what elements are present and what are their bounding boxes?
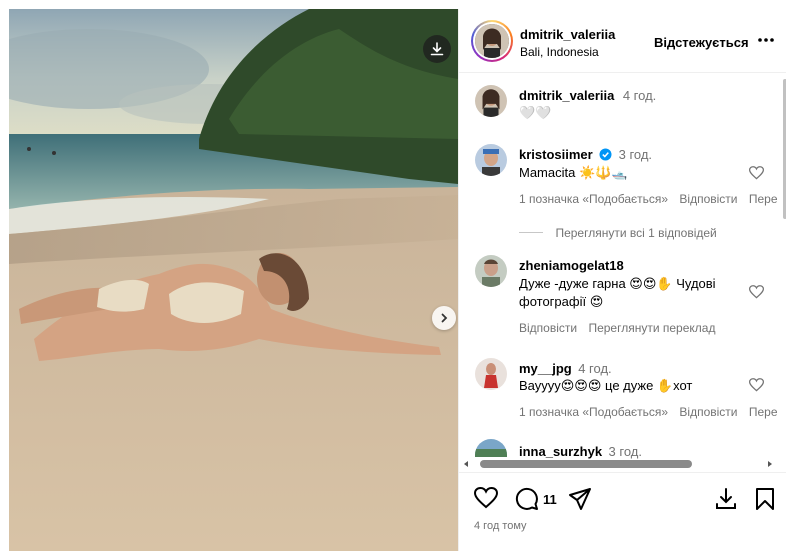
comment-more-link[interactable]: Пере	[749, 192, 778, 206]
scroll-left-arrow-icon[interactable]	[462, 460, 470, 468]
comment-text: Mamacita ☀️🔱🛥️	[519, 165, 628, 180]
comment-actions: 1 позначка «Подобається» Відповісти Пере	[519, 405, 778, 419]
heart-icon	[474, 487, 498, 509]
caption-avatar-image	[475, 85, 507, 117]
verified-badge-icon	[599, 148, 612, 161]
comment-username[interactable]: kristosiimer	[519, 147, 593, 162]
post-photo[interactable]	[9, 9, 458, 551]
beach-photo-image	[9, 9, 458, 551]
comment-actions: Відповісти Переглянути переклад	[519, 321, 715, 335]
comment-like-button[interactable]	[748, 166, 765, 185]
comment-time[interactable]: 4 год.	[578, 361, 611, 376]
caption-header: dmitrik_valeriia 4 год.	[519, 87, 656, 105]
comment-likes-count[interactable]: 1 позначка «Подобається»	[519, 405, 668, 419]
author-avatar[interactable]	[471, 20, 513, 62]
comment-avatar[interactable]	[475, 255, 507, 287]
chevron-right-icon	[441, 313, 448, 323]
download-icon	[430, 42, 444, 56]
posted-time[interactable]: 4 год тому	[474, 520, 527, 532]
author-avatar-image	[475, 24, 509, 58]
comment-like-button[interactable]	[748, 378, 765, 397]
comment-username[interactable]: my__jpg	[519, 361, 572, 376]
comment-text: Вауууу😍😍😍 це дуже ✋хот	[519, 378, 693, 393]
comment-avatar[interactable]	[475, 144, 507, 176]
download-tray-icon	[716, 488, 736, 509]
comment-like-button[interactable]	[748, 285, 765, 304]
post-actions-bar: 11 4 год тому	[458, 472, 786, 551]
post-location[interactable]: Bali, Indonesia	[520, 45, 599, 59]
comment-text-line-2: фотографії 😍	[519, 294, 604, 309]
comment-header: kristosiimer 3 год.	[519, 146, 652, 164]
view-replies-row[interactable]: Переглянути всі 1 відповідей	[519, 224, 717, 242]
next-photo-button[interactable]	[432, 306, 456, 330]
like-button[interactable]	[474, 487, 498, 509]
comment-count: 11	[543, 492, 557, 507]
replies-divider	[519, 232, 543, 234]
more-options-button[interactable]	[757, 33, 775, 52]
comment-avatar-image	[475, 255, 507, 287]
comment-header: zheniamogelat18	[519, 257, 624, 275]
comment-reply-button[interactable]: Відповісти	[679, 192, 737, 206]
comment-likes-count[interactable]: 1 позначка «Подобається»	[519, 192, 668, 206]
comment-avatar-image	[475, 358, 507, 390]
horizontal-scrollbar[interactable]	[462, 457, 778, 471]
comment-reply-button[interactable]: Відповісти	[679, 405, 737, 419]
comment-time[interactable]: 3 год.	[619, 147, 652, 162]
author-username[interactable]: dmitrik_valeriia	[520, 27, 615, 42]
caption-text: 🤍🤍	[519, 105, 552, 120]
send-icon	[569, 488, 591, 510]
comment-header: my__jpg 4 год.	[519, 360, 612, 378]
view-replies-link[interactable]: Переглянути всі 1 відповідей	[555, 226, 716, 240]
comment-reply-button[interactable]: Відповісти	[519, 321, 577, 335]
comment-button[interactable]	[515, 487, 539, 511]
download-post-button[interactable]	[714, 487, 738, 511]
comment-text-line-1: Дуже -дуже гарна 😍😍✋ Чудові	[519, 276, 716, 291]
caption-time[interactable]: 4 год.	[623, 88, 656, 103]
comment-avatar-image	[475, 144, 507, 176]
comment-bubble-icon	[515, 487, 538, 510]
comment-username[interactable]: zheniamogelat18	[519, 258, 624, 273]
comment-avatar[interactable]	[475, 439, 507, 457]
comment-actions: 1 позначка «Подобається» Відповісти Пере	[519, 192, 778, 206]
caption-username[interactable]: dmitrik_valeriia	[519, 88, 614, 103]
comment-avatar-image	[475, 439, 507, 457]
comment-more-link[interactable]: Пере	[749, 405, 778, 419]
heart-icon	[748, 378, 765, 392]
more-options-icon	[758, 38, 774, 42]
scrollbar-thumb[interactable]	[480, 460, 692, 468]
comment-avatar[interactable]	[475, 358, 507, 390]
bookmark-icon	[756, 488, 774, 510]
see-translation-link[interactable]: Переглянути переклад	[588, 321, 715, 335]
heart-icon	[748, 285, 765, 299]
heart-icon	[748, 166, 765, 180]
share-button[interactable]	[568, 488, 592, 510]
save-button[interactable]	[755, 487, 775, 511]
scroll-right-arrow-icon[interactable]	[766, 460, 774, 468]
following-button[interactable]: Відстежується	[654, 35, 749, 50]
caption-avatar[interactable]	[475, 85, 507, 117]
download-button[interactable]	[423, 35, 451, 63]
post-header: dmitrik_valeriia Bali, Indonesia Відстеж…	[459, 9, 786, 73]
